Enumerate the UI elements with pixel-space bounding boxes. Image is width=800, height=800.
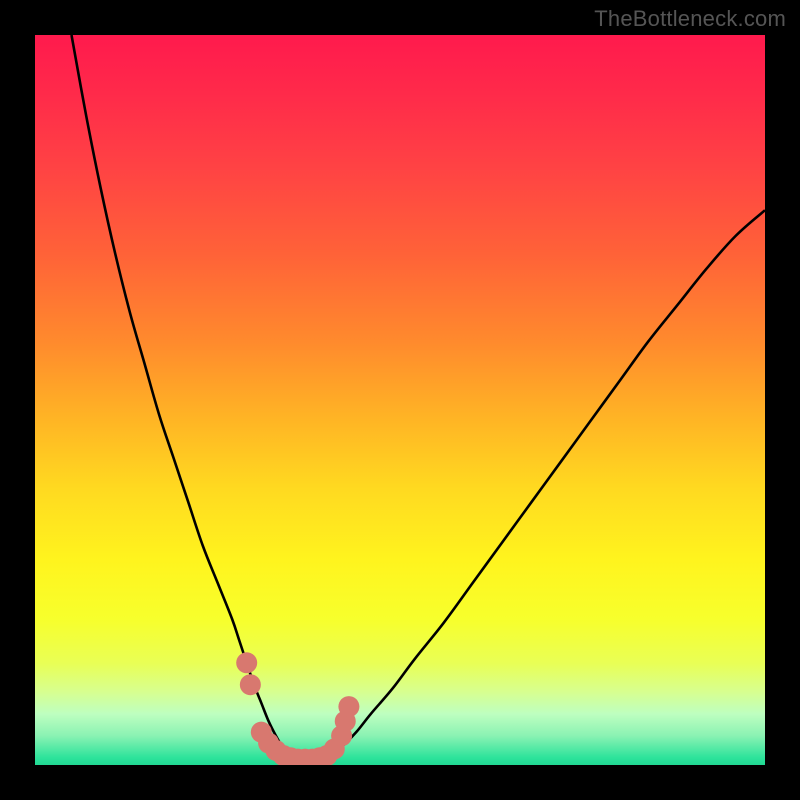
- chart-frame: TheBottleneck.com: [0, 0, 800, 800]
- chart-plot-area: [35, 35, 765, 765]
- chart-svg: [35, 35, 765, 765]
- curve-right: [327, 210, 765, 758]
- watermark-label: TheBottleneck.com: [594, 6, 786, 32]
- floor-dot: [240, 674, 261, 695]
- floor-dots-group: [236, 652, 359, 765]
- curve-left: [72, 35, 291, 758]
- floor-dot: [338, 696, 359, 717]
- floor-dot: [236, 652, 257, 673]
